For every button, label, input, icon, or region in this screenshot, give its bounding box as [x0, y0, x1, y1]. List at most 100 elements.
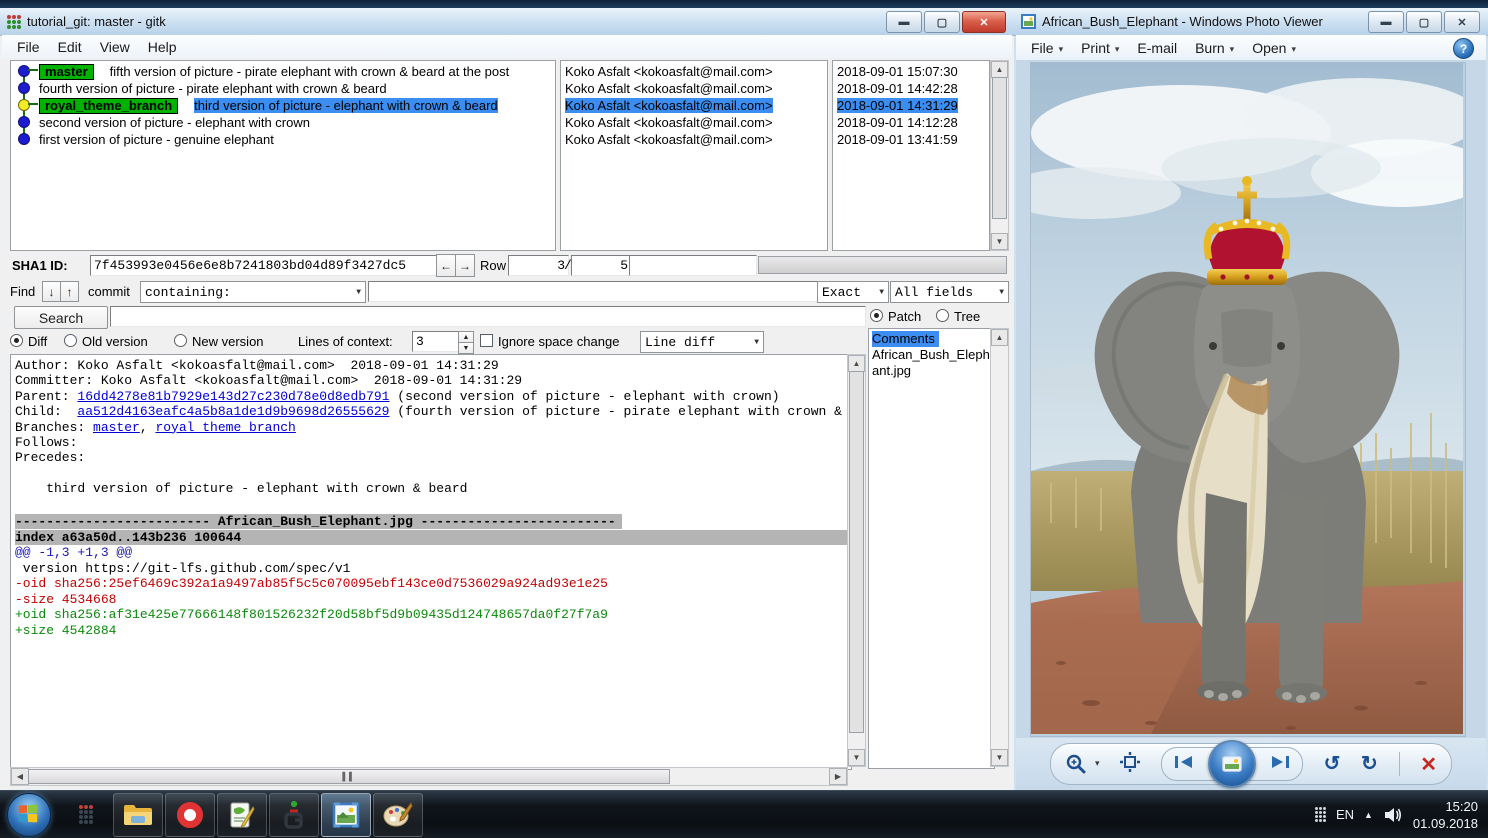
line-diff-dropdown[interactable]: Line diff	[640, 331, 764, 353]
commit-list-scrollbar[interactable]: ▲ ▼	[990, 60, 1009, 251]
ignore-space-checkbox[interactable]: Ignore space change	[480, 334, 619, 349]
containing-dropdown[interactable]: containing:	[140, 281, 366, 303]
pv-menu-file[interactable]: File ▾	[1022, 38, 1072, 58]
language-indicator[interactable]: EN	[1336, 807, 1354, 822]
details-scrollbar[interactable]: ▲ ▼	[847, 354, 866, 767]
commit-row-subject[interactable]: second version of picture - elephant wit…	[11, 114, 555, 131]
file-list-scrollbar[interactable]: ▲ ▼	[990, 328, 1009, 767]
git-gui-icon	[284, 800, 303, 829]
fit-to-window-button[interactable]	[1120, 751, 1141, 777]
spinner-down-button[interactable]: ▼	[458, 342, 474, 354]
taskbar-clock[interactable]: 15:20 01.09.2018	[1413, 798, 1478, 832]
taskbar-item-paint[interactable]	[373, 792, 423, 837]
commit-link[interactable]: royal_theme_branch	[155, 420, 295, 435]
search-input[interactable]	[110, 306, 866, 327]
commit-details-pane[interactable]: Author: Koko Asfalt <kokoasfalt@mail.com…	[10, 354, 852, 770]
file-list[interactable]: Comments African_Bush_Elephant.jpg	[868, 328, 995, 769]
row-extra-field[interactable]	[629, 255, 757, 276]
taskbar-item-gitk[interactable]	[61, 793, 111, 837]
all-fields-dropdown[interactable]: All fields	[890, 281, 1009, 303]
commit-row-author[interactable]: Koko Asfalt <kokoasfalt@mail.com>	[561, 63, 827, 80]
commit-link[interactable]: 16dd4278e81b7929e143d27c230d78e0d8edb791	[77, 389, 389, 404]
pv-menu-open[interactable]: Open ▾	[1243, 38, 1305, 58]
details-horizontal-scrollbar[interactable]: ◀ ▌▌ ▶	[10, 767, 848, 786]
commit-link[interactable]: master	[93, 420, 140, 435]
find-prev-button[interactable]: ↑	[60, 281, 79, 302]
commit-row-date[interactable]: 2018-09-01 14:31:29	[833, 97, 989, 114]
rotate-counterclockwise-button[interactable]: ↺	[1324, 754, 1341, 774]
commit-subject[interactable]: second version of picture - elephant wit…	[39, 115, 310, 130]
help-button[interactable]: ?	[1453, 38, 1474, 59]
gitk-menu-help[interactable]: Help	[139, 37, 186, 57]
previous-button[interactable]	[1172, 754, 1196, 775]
commit-row-author[interactable]: Koko Asfalt <kokoasfalt@mail.com>	[561, 131, 827, 148]
commit-row-subject[interactable]: master fifth version of picture - pirate …	[11, 63, 555, 80]
commit-row-subject[interactable]: first version of picture - genuine eleph…	[11, 131, 555, 148]
gitk-menu-edit[interactable]: Edit	[49, 37, 91, 57]
branch-badge-royal_theme_branch[interactable]: royal_theme_branch	[39, 97, 179, 114]
pv-menu-print[interactable]: Print ▾	[1072, 38, 1128, 58]
old-version-radio[interactable]: Old version	[64, 334, 148, 349]
commit-link[interactable]: aa512d4163eafc4a5b8a1de1d9b9698d26555629	[77, 404, 389, 419]
gitk-titlebar[interactable]: tutorial_git: master - gitk ▬ ▢ ✕	[0, 8, 1014, 36]
gitk-tray-icon[interactable]	[1314, 807, 1326, 822]
new-version-radio[interactable]: New version	[174, 334, 264, 349]
photo-viewer-minimize-button[interactable]: ▬	[1368, 11, 1404, 33]
progress-slider[interactable]	[758, 256, 1007, 274]
commit-row-date[interactable]: 2018-09-01 14:12:28	[833, 114, 989, 131]
photo-viewer-titlebar[interactable]: African_Bush_Elephant - Windows Photo Vi…	[1014, 8, 1488, 36]
file-list-item[interactable]: African_Bush_Elephant.jpg	[872, 347, 994, 379]
rotate-clockwise-button[interactable]: ↻	[1361, 754, 1378, 774]
commit-row-subject[interactable]: fourth version of picture - pirate eleph…	[11, 80, 555, 97]
gitk-menu-file[interactable]: File	[8, 37, 49, 57]
diff-radio[interactable]: Diff	[10, 334, 47, 349]
commit-row-author[interactable]: Koko Asfalt <kokoasfalt@mail.com>	[561, 80, 827, 97]
branch-badge-master[interactable]: master	[39, 63, 94, 80]
show-hidden-icons-button[interactable]: ▲	[1364, 810, 1373, 820]
pv-menu-email[interactable]: E-mail	[1128, 38, 1186, 58]
taskbar-item-notepad-plus-plus[interactable]	[217, 792, 267, 837]
commit-date-pane[interactable]: 2018-09-01 15:07:30 2018-09-01 14:42:28 20…	[832, 60, 990, 251]
tree-radio[interactable]: Tree	[936, 309, 980, 324]
gitk-close-button[interactable]: ✕	[962, 11, 1006, 33]
patch-radio[interactable]: Patch	[870, 309, 921, 324]
commit-subject[interactable]: third version of picture - elephant with…	[194, 98, 498, 113]
commit-row-date[interactable]: 2018-09-01 13:41:59	[833, 131, 989, 148]
gitk-minimize-button[interactable]: ▬	[886, 11, 922, 33]
next-button[interactable]	[1268, 754, 1292, 775]
history-forward-button[interactable]: →	[455, 254, 475, 277]
lines-of-context-spinner[interactable]: 3	[412, 331, 464, 352]
commit-row-subject[interactable]: royal_theme_branch third version of pictu…	[11, 97, 555, 114]
history-back-button[interactable]: ←	[436, 254, 456, 277]
search-button[interactable]: Search	[14, 306, 108, 329]
commit-row-date[interactable]: 2018-09-01 15:07:30	[833, 63, 989, 80]
photo-viewer-maximize-button[interactable]: ▢	[1406, 11, 1442, 33]
commit-subject[interactable]: fifth version of picture - pirate elepha…	[110, 64, 510, 79]
taskbar-item-windows-explorer[interactable]	[113, 792, 163, 837]
find-next-button[interactable]: ↓	[42, 281, 61, 302]
find-input[interactable]	[368, 281, 819, 302]
file-list-item[interactable]: Comments	[872, 331, 994, 347]
detail-text: +size 4542884	[15, 622, 117, 638]
pv-menu-burn[interactable]: Burn ▾	[1186, 38, 1243, 58]
volume-icon[interactable]	[1383, 806, 1403, 824]
exact-dropdown[interactable]: Exact	[817, 281, 889, 303]
taskbar-item-windows-photo-viewer[interactable]	[321, 792, 371, 837]
delete-button[interactable]: ✕	[1420, 752, 1437, 777]
commit-row-author[interactable]: Koko Asfalt <kokoasfalt@mail.com>	[561, 97, 827, 114]
commit-subject[interactable]: fourth version of picture - pirate eleph…	[39, 81, 387, 96]
gitk-maximize-button[interactable]: ▢	[924, 11, 960, 33]
taskbar-item-opera[interactable]	[165, 792, 215, 837]
commit-row-date[interactable]: 2018-09-01 14:42:28	[833, 80, 989, 97]
start-button[interactable]	[7, 792, 51, 837]
commit-author-pane[interactable]: Koko Asfalt <kokoasfalt@mail.com> Koko As…	[560, 60, 828, 251]
commit-row-author[interactable]: Koko Asfalt <kokoasfalt@mail.com>	[561, 114, 827, 131]
taskbar-item-git-gui[interactable]	[269, 792, 319, 837]
sha1-input[interactable]: 7f453993e0456e6e8b7241803bd04d89f3427dc5	[90, 255, 441, 276]
commit-subject[interactable]: first version of picture - genuine eleph…	[39, 132, 274, 147]
slideshow-button[interactable]	[1207, 740, 1256, 788]
zoom-button[interactable]: ▾	[1065, 753, 1100, 775]
photo-viewer-close-button[interactable]: ✕	[1444, 11, 1480, 33]
gitk-menu-view[interactable]: View	[91, 37, 139, 57]
commit-graph-pane[interactable]: master fifth version of picture - pirate …	[10, 60, 556, 251]
